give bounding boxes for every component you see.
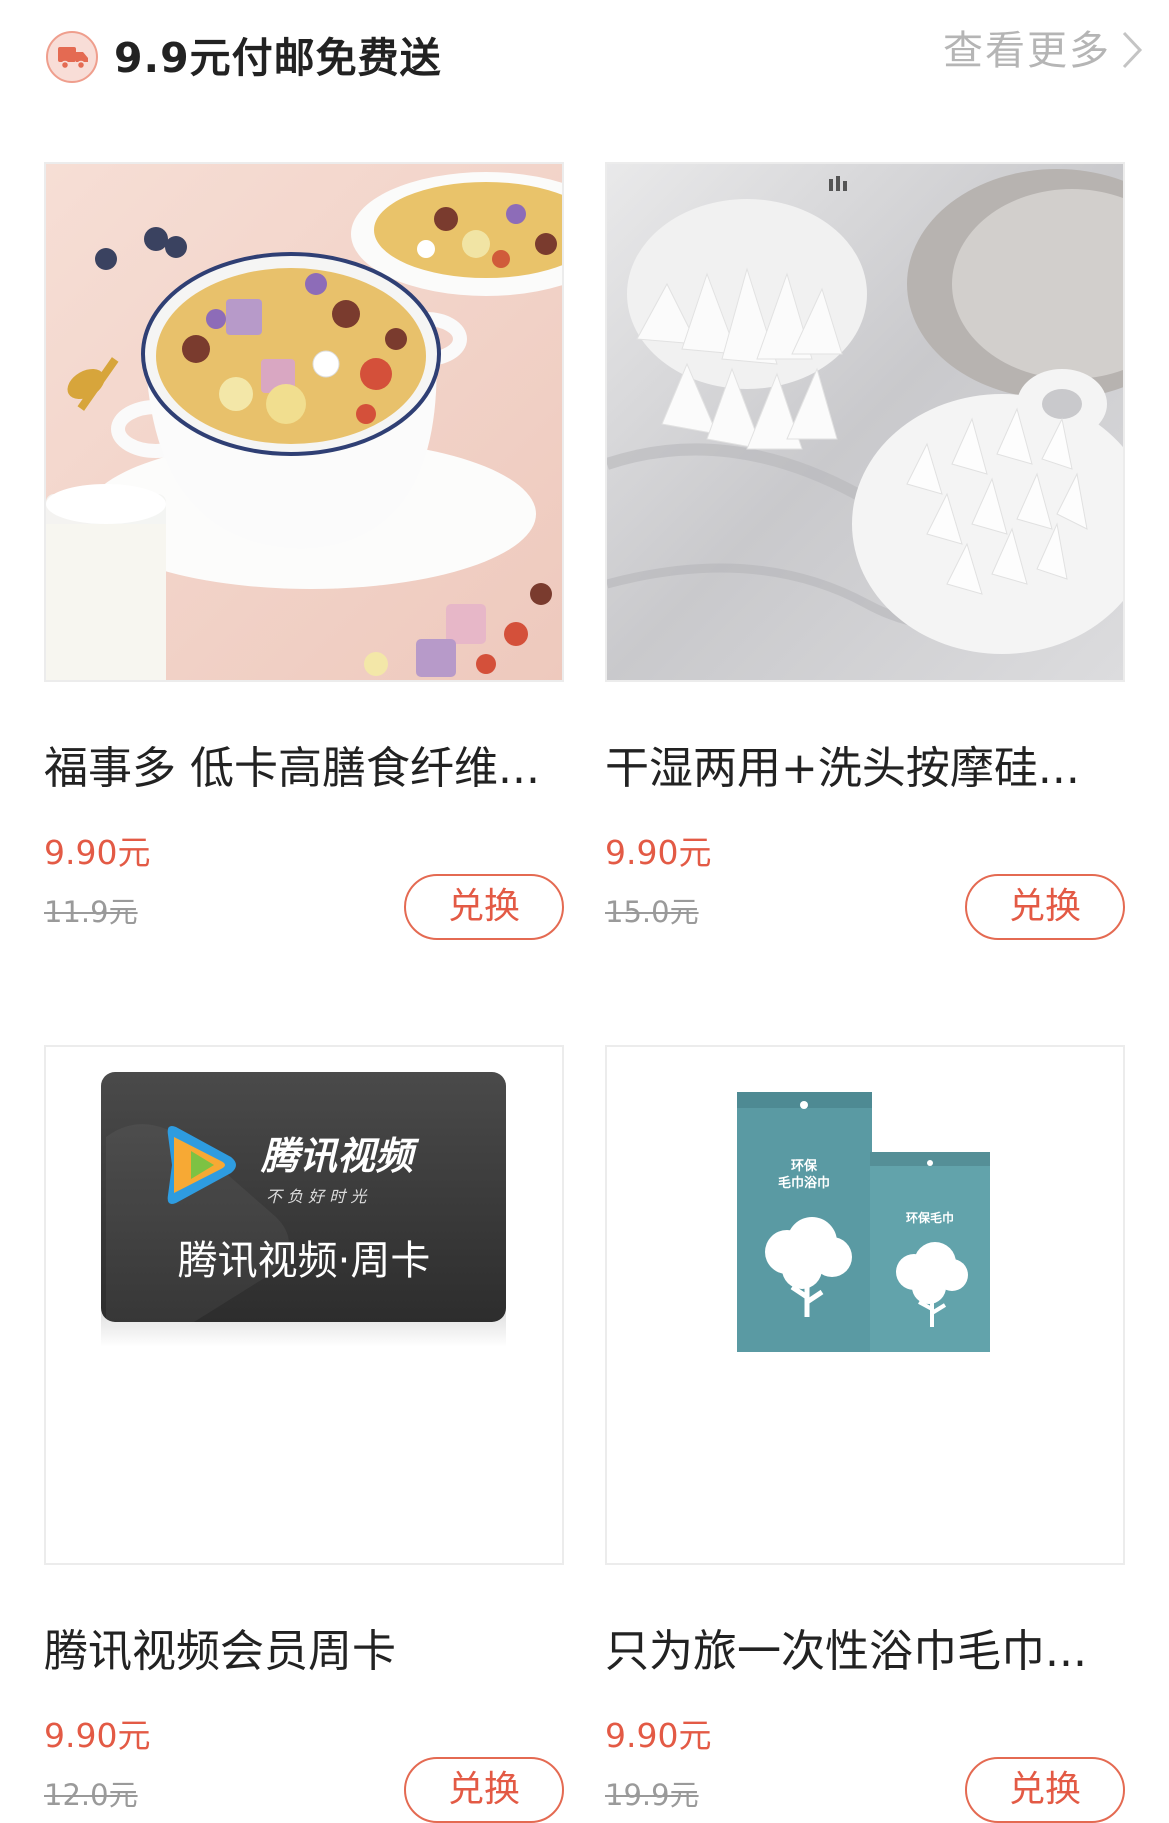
original-price: 19.9元 bbox=[605, 1778, 699, 1812]
product-price: 9.90元 bbox=[605, 1716, 712, 1755]
original-price: 15.0元 bbox=[605, 895, 699, 929]
product-card[interactable]: 福事多 低卡高膳食纤维... 9.90元 11.9元 兑换 bbox=[44, 162, 564, 940]
section-header: 9.9元付邮免费送 查看更多 bbox=[0, 0, 1169, 110]
card-name-text: 腾讯视频·周卡 bbox=[178, 1238, 431, 1284]
chevron-right-icon[interactable] bbox=[1121, 30, 1143, 70]
product-card[interactable]: 环保 毛巾浴巾 环保毛巾 只为旅一次性浴巾毛巾... 9.90元 19.9元 兑… bbox=[605, 1045, 1125, 1823]
product-image-massager[interactable] bbox=[605, 162, 1125, 682]
original-price: 12.0元 bbox=[44, 1778, 138, 1812]
product-image-cereal[interactable] bbox=[44, 162, 564, 682]
package-label-big: 环保 bbox=[791, 1158, 818, 1174]
section-title: 9.9元付邮免费送 bbox=[114, 34, 442, 82]
product-title[interactable]: 福事多 低卡高膳食纤维... bbox=[44, 732, 564, 796]
package-label-big-2: 毛巾浴巾 bbox=[778, 1175, 830, 1191]
product-price: 9.90元 bbox=[605, 833, 712, 872]
redeem-button[interactable]: 兑换 bbox=[965, 1757, 1125, 1823]
card-brand-text: 腾讯视频 bbox=[260, 1134, 420, 1178]
product-image-towel[interactable]: 环保 毛巾浴巾 环保毛巾 bbox=[605, 1045, 1125, 1565]
product-title[interactable]: 只为旅一次性浴巾毛巾... bbox=[605, 1615, 1125, 1679]
view-more-link[interactable]: 查看更多 bbox=[943, 18, 1111, 76]
product-price: 9.90元 bbox=[44, 833, 151, 872]
product-card[interactable]: 干湿两用+洗头按摩硅... 9.90元 15.0元 兑换 bbox=[605, 162, 1125, 940]
original-price: 11.9元 bbox=[44, 895, 138, 929]
product-price: 9.90元 bbox=[44, 1716, 151, 1755]
card-slogan-text: 不 负 好 时 光 bbox=[266, 1187, 368, 1206]
redeem-button[interactable]: 兑换 bbox=[404, 1757, 564, 1823]
product-title[interactable]: 干湿两用+洗头按摩硅... bbox=[605, 732, 1125, 796]
redeem-button[interactable]: 兑换 bbox=[404, 874, 564, 940]
product-title[interactable]: 腾讯视频会员周卡 bbox=[44, 1615, 564, 1679]
product-card[interactable]: 腾讯视频 不 负 好 时 光 腾讯视频·周卡 腾讯视频会员周卡 9.90元 12… bbox=[44, 1045, 564, 1823]
truck-icon bbox=[46, 31, 98, 83]
product-image-video-card[interactable]: 腾讯视频 不 负 好 时 光 腾讯视频·周卡 bbox=[44, 1045, 564, 1565]
redeem-button[interactable]: 兑换 bbox=[965, 874, 1125, 940]
package-label-small: 环保毛巾 bbox=[906, 1210, 954, 1225]
